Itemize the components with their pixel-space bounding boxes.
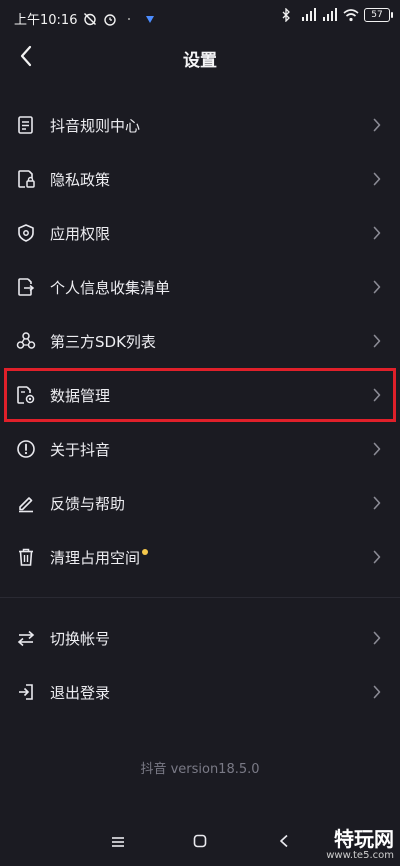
nav-back-button[interactable] bbox=[274, 832, 294, 852]
menu-item-rules-center[interactable]: 抖音规则中心 bbox=[0, 98, 400, 152]
site-watermark: 特玩网 www.te5.com bbox=[326, 828, 394, 862]
edit-pencil-icon bbox=[16, 493, 36, 513]
chevron-right-icon bbox=[372, 442, 382, 456]
home-button[interactable] bbox=[190, 832, 210, 852]
menu-item-feedback-help[interactable]: 反馈与帮助 bbox=[0, 476, 400, 530]
trash-icon bbox=[16, 547, 36, 567]
status-time: 上午10:16 bbox=[14, 13, 78, 28]
chevron-right-icon bbox=[372, 172, 382, 186]
chevron-right-icon bbox=[372, 280, 382, 294]
battery-indicator: 57 bbox=[364, 8, 393, 22]
menu-item-about-douyin[interactable]: 关于抖音 bbox=[0, 422, 400, 476]
chevron-right-icon bbox=[372, 334, 382, 348]
menu-item-label: 切换帐号 bbox=[50, 629, 111, 648]
wifi-icon bbox=[343, 8, 359, 22]
notification-dot-icon bbox=[123, 12, 137, 26]
chevron-right-icon bbox=[372, 226, 382, 240]
signal-hd-icon bbox=[301, 8, 316, 22]
menu-item-app-permissions[interactable]: 应用权限 bbox=[0, 206, 400, 260]
triangle-back-icon bbox=[279, 833, 289, 852]
app-notification-icon bbox=[143, 12, 157, 26]
menu-item-label: 抖音规则中心 bbox=[50, 116, 141, 135]
menu-item-label: 隐私政策 bbox=[50, 170, 111, 189]
menu-item-label: 反馈与帮助 bbox=[50, 494, 126, 513]
menu-item-personal-info-list[interactable]: 个人信息收集清单 bbox=[0, 260, 400, 314]
menu-item-switch-account[interactable]: 切换帐号 bbox=[0, 611, 400, 665]
status-bar: 上午10:16 57 bbox=[0, 0, 400, 34]
logout-icon bbox=[16, 682, 36, 702]
section-divider bbox=[0, 597, 400, 598]
bluetooth-icon bbox=[280, 7, 294, 23]
sdk-triangle-icon bbox=[16, 331, 36, 351]
menu-item-label-wrap: 清理占用空间 bbox=[50, 547, 149, 568]
chevron-right-icon bbox=[372, 685, 382, 699]
page-header: 设置 bbox=[0, 36, 400, 80]
menu-item-label: 关于抖音 bbox=[50, 440, 111, 459]
menu-item-label: 个人信息收集清单 bbox=[50, 278, 171, 297]
recent-apps-button[interactable] bbox=[108, 832, 128, 852]
alarm-icon bbox=[103, 12, 117, 26]
page-title: 设置 bbox=[183, 51, 217, 71]
watermark-title: 特玩网 bbox=[334, 827, 394, 851]
menu-item-label: 应用权限 bbox=[50, 224, 111, 243]
new-badge-dot bbox=[142, 548, 149, 555]
menu-item-privacy-policy[interactable]: 隐私政策 bbox=[0, 152, 400, 206]
menu-item-label: 数据管理 bbox=[50, 386, 111, 405]
system-nav-bar: 特玩网 www.te5.com bbox=[0, 816, 400, 866]
signal-hd-2-icon bbox=[322, 8, 337, 22]
menu-item-logout[interactable]: 退出登录 bbox=[0, 665, 400, 719]
menu-item-data-management[interactable]: 数据管理 bbox=[4, 368, 396, 422]
chevron-right-icon bbox=[372, 388, 382, 402]
info-circle-icon bbox=[16, 439, 36, 459]
document-list-icon bbox=[16, 115, 36, 135]
menu-item-third-party-sdk[interactable]: 第三方SDK列表 bbox=[0, 314, 400, 368]
alarm-off-icon bbox=[83, 12, 97, 26]
menu-lines-icon bbox=[111, 833, 125, 852]
chevron-right-icon bbox=[372, 496, 382, 510]
file-export-icon bbox=[16, 277, 36, 297]
home-square-icon bbox=[193, 833, 207, 852]
chevron-right-icon bbox=[372, 550, 382, 564]
watermark-url: www.te5.com bbox=[326, 850, 394, 861]
chevron-right-icon bbox=[372, 118, 382, 132]
menu-item-clear-storage[interactable]: 清理占用空间 bbox=[0, 530, 400, 584]
menu-item-label: 退出登录 bbox=[50, 683, 111, 702]
chevron-right-icon bbox=[372, 631, 382, 645]
version-label: 抖音 version18.5.0 bbox=[140, 762, 260, 777]
menu-item-label: 清理占用空间 bbox=[50, 548, 141, 567]
menu-item-label: 第三方SDK列表 bbox=[50, 332, 156, 351]
settings-menu: 抖音规则中心 隐私政策 应用权限 个人信息收集清单 第三方SDK列表 数据管理 … bbox=[0, 98, 400, 719]
privacy-lock-file-icon bbox=[16, 169, 36, 189]
data-gear-file-icon bbox=[16, 385, 36, 405]
switch-arrows-icon bbox=[16, 628, 36, 648]
shield-check-icon bbox=[16, 223, 36, 243]
